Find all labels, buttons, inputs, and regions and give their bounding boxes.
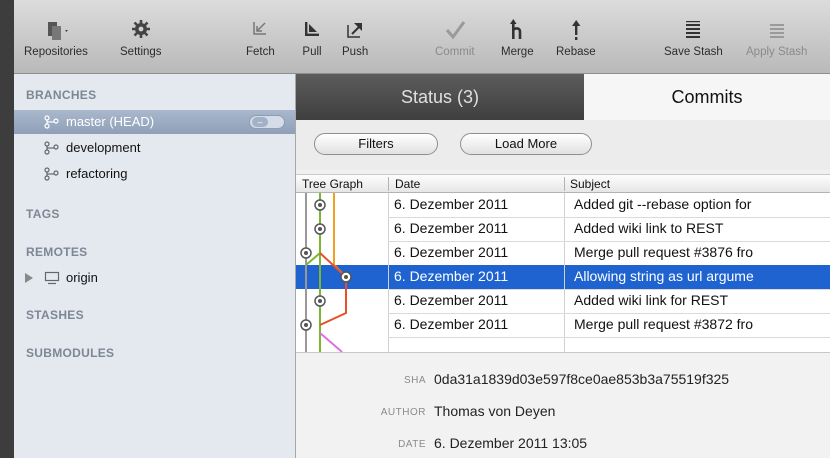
commit-subject: Merge pull request #3876 fro xyxy=(574,244,753,260)
fetch-icon xyxy=(246,18,275,42)
stashes-header[interactable]: STASHES xyxy=(26,308,84,322)
sidebar-item-development[interactable]: development xyxy=(14,136,295,160)
branch-icon xyxy=(44,141,60,158)
commit-date: 6. Dezember 2011 xyxy=(394,196,509,212)
branch-toggle[interactable]: – xyxy=(249,115,285,129)
column-header-subject[interactable]: Subject xyxy=(570,177,610,191)
commit-subject: Added wiki link for REST xyxy=(574,292,729,308)
date-label: DATE xyxy=(398,439,426,450)
sha-label: SHA xyxy=(403,375,426,386)
checkmark-icon xyxy=(435,18,475,42)
branches-header: BRANCHES xyxy=(26,88,97,102)
load-more-button[interactable]: Load More xyxy=(460,133,592,155)
commit-subject: Added git --rebase option for xyxy=(574,196,752,212)
rebase-button[interactable]: Rebase xyxy=(556,18,596,58)
sidebar-item-origin[interactable]: origin xyxy=(14,266,295,290)
push-icon xyxy=(342,18,368,42)
tab-status[interactable]: Status (3) xyxy=(296,74,584,120)
sha-value[interactable]: 0da31a1839d03e597f8ce0ae853b3a75519f325 xyxy=(434,371,729,387)
main-panel: Status (3) Commits Filters Load More Tre… xyxy=(296,74,830,458)
submodules-header[interactable]: SUBMODULES xyxy=(26,346,114,360)
sidebar: BRANCHES master (HEAD) – development ref… xyxy=(14,74,296,458)
commit-details: SHA 0da31a1839d03e597f8ce0ae853b3a75519f… xyxy=(296,352,830,458)
fetch-button[interactable]: Fetch xyxy=(246,18,275,58)
apply-stash-icon xyxy=(746,18,807,42)
pull-icon xyxy=(300,18,324,42)
app-window: Repositories Settings Fetch Pull Push Co… xyxy=(14,0,830,458)
repositories-button[interactable]: Repositories xyxy=(24,18,88,58)
sidebar-item-label: refactoring xyxy=(66,166,128,181)
author-value: Thomas von Deyen xyxy=(434,403,556,419)
sidebar-item-refactoring[interactable]: refactoring xyxy=(14,162,295,186)
tab-commits[interactable]: Commits xyxy=(584,74,830,120)
tab-bar: Status (3) Commits xyxy=(296,74,830,120)
sidebar-item-label: development xyxy=(66,140,141,155)
computer-icon xyxy=(44,271,60,288)
commit-date: 6. Dezember 2011 xyxy=(394,316,509,332)
column-header-date[interactable]: Date xyxy=(395,177,420,191)
commit-date: 6. Dezember 2011 xyxy=(394,292,509,308)
settings-button[interactable]: Settings xyxy=(120,18,162,58)
repositories-icon xyxy=(24,18,88,42)
commit-node xyxy=(300,319,312,331)
commit-subject: Added wiki link to REST xyxy=(574,220,724,236)
commit-date: 6. Dezember 2011 xyxy=(394,220,509,236)
merge-icon xyxy=(501,18,534,42)
sidebar-item-master[interactable]: master (HEAD) – xyxy=(14,110,295,134)
commit-button[interactable]: Commit xyxy=(435,18,475,58)
branch-icon xyxy=(44,115,60,132)
filters-button[interactable]: Filters xyxy=(314,133,438,155)
author-label: AUTHOR xyxy=(380,407,426,418)
branch-icon xyxy=(44,167,60,184)
table-header: Tree Graph Date Subject xyxy=(296,174,830,193)
save-stash-icon xyxy=(664,18,723,42)
column-header-tree-graph[interactable]: Tree Graph xyxy=(302,177,363,191)
disclosure-triangle-icon[interactable] xyxy=(24,272,34,287)
commit-node xyxy=(300,247,312,259)
commit-node xyxy=(314,295,326,307)
gear-icon xyxy=(120,18,162,42)
commit-date: 6. Dezember 2011 xyxy=(394,244,509,260)
pull-button[interactable]: Pull xyxy=(300,18,324,58)
commit-subject: Allowing string as url argume xyxy=(574,268,754,284)
tags-header[interactable]: TAGS xyxy=(26,207,60,221)
commit-subject: Merge pull request #3872 fro xyxy=(574,316,753,332)
sidebar-item-label: origin xyxy=(66,270,98,285)
commit-node xyxy=(314,199,326,211)
sidebar-item-label: master (HEAD) xyxy=(66,114,155,129)
apply-stash-button[interactable]: Apply Stash xyxy=(746,18,807,58)
table-body: 6. Dezember 2011 Added git --rebase opti… xyxy=(296,193,830,352)
commit-node xyxy=(314,223,326,235)
toolbar: Repositories Settings Fetch Pull Push Co… xyxy=(14,0,830,74)
remotes-header[interactable]: REMOTES xyxy=(26,245,87,259)
rebase-icon xyxy=(556,18,596,42)
merge-button[interactable]: Merge xyxy=(501,18,534,58)
commit-node xyxy=(340,271,352,283)
filter-bar: Filters Load More xyxy=(296,120,830,170)
tree-graph xyxy=(296,193,388,352)
push-button[interactable]: Push xyxy=(342,18,368,58)
commit-date: 6. Dezember 2011 xyxy=(394,268,509,284)
save-stash-button[interactable]: Save Stash xyxy=(664,18,723,58)
date-value: 6. Dezember 2011 13:05 xyxy=(434,435,588,451)
